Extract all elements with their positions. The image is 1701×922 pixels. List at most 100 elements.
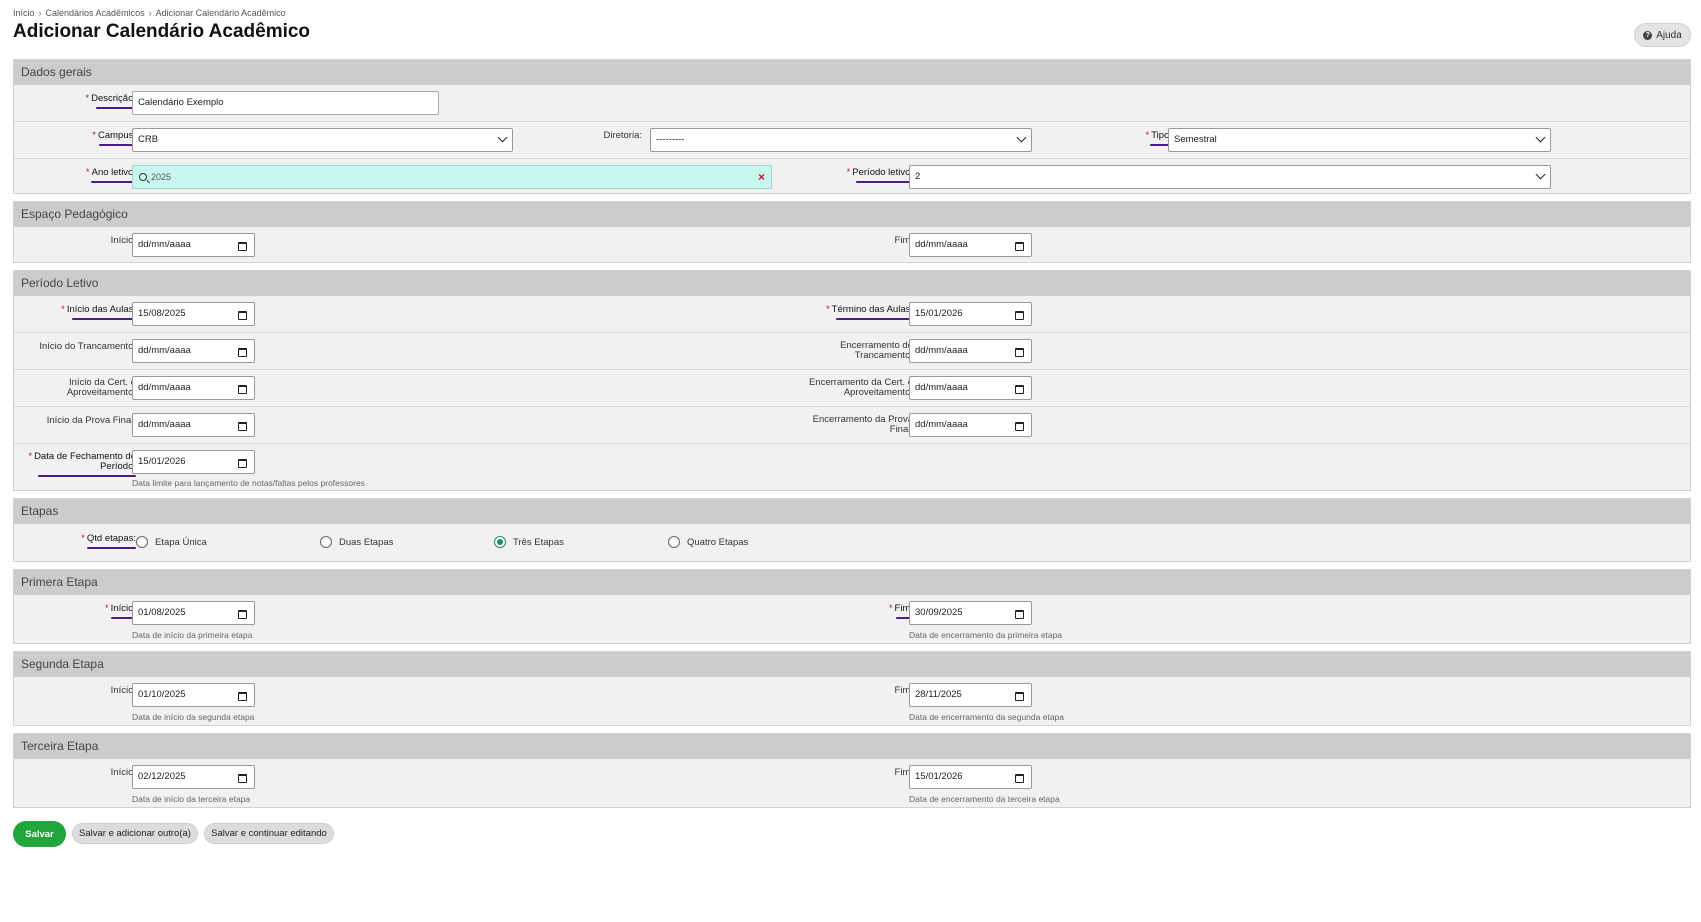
qtd-etapas-label: * Qtd etapas: [81, 534, 136, 549]
chevron-down-icon [1535, 169, 1546, 180]
search-icon [139, 173, 147, 181]
section-title: Primera Etapa [14, 570, 1690, 595]
segunda-inicio-hint: Data de início da segunda etapa [132, 712, 255, 722]
breadcrumb-calendarios[interactable]: Calendários Acadêmicos [46, 8, 145, 18]
radio-circle[interactable] [668, 536, 680, 548]
descricao-label: * Descrição: [85, 94, 136, 109]
section-terceira-etapa: Terceira Etapa Início: 02/12/2025 Data d… [13, 733, 1691, 808]
tipo-select[interactable]: Semestral [1168, 128, 1551, 152]
section-title: Espaço Pedagógico [14, 202, 1690, 227]
calendar-icon[interactable] [238, 610, 247, 619]
terceira-fim-date[interactable]: 15/01/2026 [909, 765, 1032, 789]
segunda-fim-date[interactable]: 28/11/2025 [909, 683, 1032, 707]
descricao-input[interactable]: Calendário Exemplo [132, 91, 439, 115]
chevron-down-icon [1016, 132, 1027, 143]
section-title: Segunda Etapa [14, 652, 1690, 677]
inicio-cert-date[interactable]: dd/mm/aaaa [132, 376, 255, 400]
encerramento-cert-date[interactable]: dd/mm/aaaa [909, 376, 1032, 400]
chevron-down-icon [497, 132, 508, 143]
calendar-icon[interactable] [1015, 610, 1024, 619]
radio-duas-etapas[interactable]: Duas Etapas [320, 536, 393, 548]
radio-tres-etapas[interactable]: Três Etapas [494, 536, 564, 548]
data-fechamento-label: * Data de Fechamento do Período: [28, 452, 136, 477]
section-espaco-pedagogico: Espaço Pedagógico Início: dd/mm/aaaa Fim… [13, 201, 1691, 263]
breadcrumb-current: Adicionar Calendário Acadêmico [155, 8, 286, 18]
radio-circle-selected[interactable] [494, 536, 506, 548]
periodo-letivo-select[interactable]: 2 [909, 165, 1551, 189]
section-title: Etapas [14, 499, 1690, 524]
save-continue-editing-button[interactable]: Salvar e continuar editando [204, 823, 334, 844]
calendar-icon[interactable] [238, 692, 247, 701]
inicio-trancamento-date[interactable]: dd/mm/aaaa [132, 339, 255, 363]
calendar-icon[interactable] [238, 242, 247, 251]
section-segunda-etapa: Segunda Etapa Início: 01/10/2025 Data de… [13, 651, 1691, 726]
radio-circle[interactable] [320, 536, 332, 548]
calendar-icon[interactable] [1015, 242, 1024, 251]
ano-letivo-label: * Ano letivo: [86, 168, 136, 183]
calendar-icon[interactable] [1015, 692, 1024, 701]
segunda-inicio-date[interactable]: 01/10/2025 [132, 683, 255, 707]
save-button[interactable]: Salvar [13, 821, 66, 847]
breadcrumb-home[interactable]: Início [13, 8, 35, 18]
breadcrumb: Início › Calendários Acadêmicos › Adicionar … [13, 8, 286, 18]
termino-aulas-label: * Término das Aulas: [826, 305, 913, 320]
termino-aulas-date[interactable]: 15/01/2026 [909, 302, 1032, 326]
primeira-inicio-hint: Data de início da primeira etapa [132, 630, 253, 640]
campus-select[interactable]: CRB [132, 128, 513, 152]
calendar-icon[interactable] [1015, 311, 1024, 320]
inicio-aulas-date[interactable]: 15/08/2025 [132, 302, 255, 326]
espaco-fim-date[interactable]: dd/mm/aaaa [909, 233, 1032, 257]
help-button[interactable]: ? Ajuda [1634, 23, 1691, 47]
calendar-icon[interactable] [1015, 385, 1024, 394]
encerramento-trancamento-date[interactable]: dd/mm/aaaa [909, 339, 1032, 363]
encerramento-prova-final-label: Encerramento da Prova Final: [812, 414, 913, 435]
terceira-fim-hint: Data de encerramento da terceira etapa [909, 794, 1060, 804]
encerramento-prova-final-date[interactable]: dd/mm/aaaa [909, 413, 1032, 437]
inicio-prova-final-date[interactable]: dd/mm/aaaa [132, 413, 255, 437]
calendar-icon[interactable] [238, 459, 247, 468]
calendar-icon[interactable] [238, 385, 247, 394]
calendar-icon[interactable] [238, 348, 247, 357]
periodo-letivo-label: * Período letivo: [847, 168, 913, 183]
calendar-icon[interactable] [238, 774, 247, 783]
page-title: Adicionar Calendário Acadêmico [13, 21, 311, 42]
ano-letivo-autocomplete[interactable]: 2025 × [132, 165, 772, 189]
inicio-prova-final-label: Início da Prova Final: [46, 415, 136, 426]
encerramento-trancamento-label: Encerramento do Trancamento: [840, 340, 913, 361]
radio-etapa-unica[interactable]: Etapa Única [136, 536, 207, 548]
terceira-inicio-hint: Data de início da terceira etapa [132, 794, 251, 804]
save-add-another-button[interactable]: Salvar e adicionar outro(a) [72, 823, 198, 844]
calendar-icon[interactable] [238, 422, 247, 431]
diretoria-select[interactable]: --------- [650, 128, 1032, 152]
section-dados-gerais: Dados gerais * Descrição: Calendário Exem… [13, 59, 1691, 194]
inicio-trancamento-label: Início do Trancamento: [39, 341, 136, 352]
primeira-inicio-date[interactable]: 01/08/2025 [132, 601, 255, 625]
clear-icon[interactable]: × [758, 166, 765, 188]
chevron-down-icon [1535, 132, 1546, 143]
encerramento-cert-label: Encerramento da Cert. e Aproveitamento: [808, 377, 913, 398]
calendar-icon[interactable] [1015, 348, 1024, 357]
section-title: Terceira Etapa [14, 734, 1690, 759]
radio-circle[interactable] [136, 536, 148, 548]
radio-quatro-etapas[interactable]: Quatro Etapas [668, 536, 748, 548]
ano-letivo-value: 2025 [151, 172, 172, 182]
data-fechamento-hint: Data limite para lançamento de notas/fal… [132, 478, 365, 488]
question-icon: ? [1643, 30, 1653, 40]
data-fechamento-date[interactable]: 15/01/2026 [132, 450, 255, 474]
calendar-icon[interactable] [1015, 422, 1024, 431]
section-title: Dados gerais [14, 60, 1690, 85]
segunda-fim-hint: Data de encerramento da segunda etapa [909, 712, 1065, 722]
campus-label: * Campus: [92, 131, 136, 146]
inicio-cert-label: Início da Cert. e Aproveitamento: [66, 377, 136, 398]
section-title: Período Letivo [14, 271, 1690, 296]
terceira-inicio-date[interactable]: 02/12/2025 [132, 765, 255, 789]
help-label: Ajuda [1656, 29, 1682, 41]
espaco-inicio-date[interactable]: dd/mm/aaaa [132, 233, 255, 257]
diretoria-label: Diretoria: [603, 130, 642, 141]
calendar-icon[interactable] [1015, 774, 1024, 783]
calendar-icon[interactable] [238, 311, 247, 320]
inicio-aulas-label: * Início das Aulas: [61, 305, 136, 320]
primeira-fim-hint: Data de encerramento da primeira etapa [909, 630, 1063, 640]
primeira-fim-date[interactable]: 30/09/2025 [909, 601, 1032, 625]
section-etapas: Etapas * Qtd etapas: Etapa Única Duas Eta… [13, 498, 1691, 562]
